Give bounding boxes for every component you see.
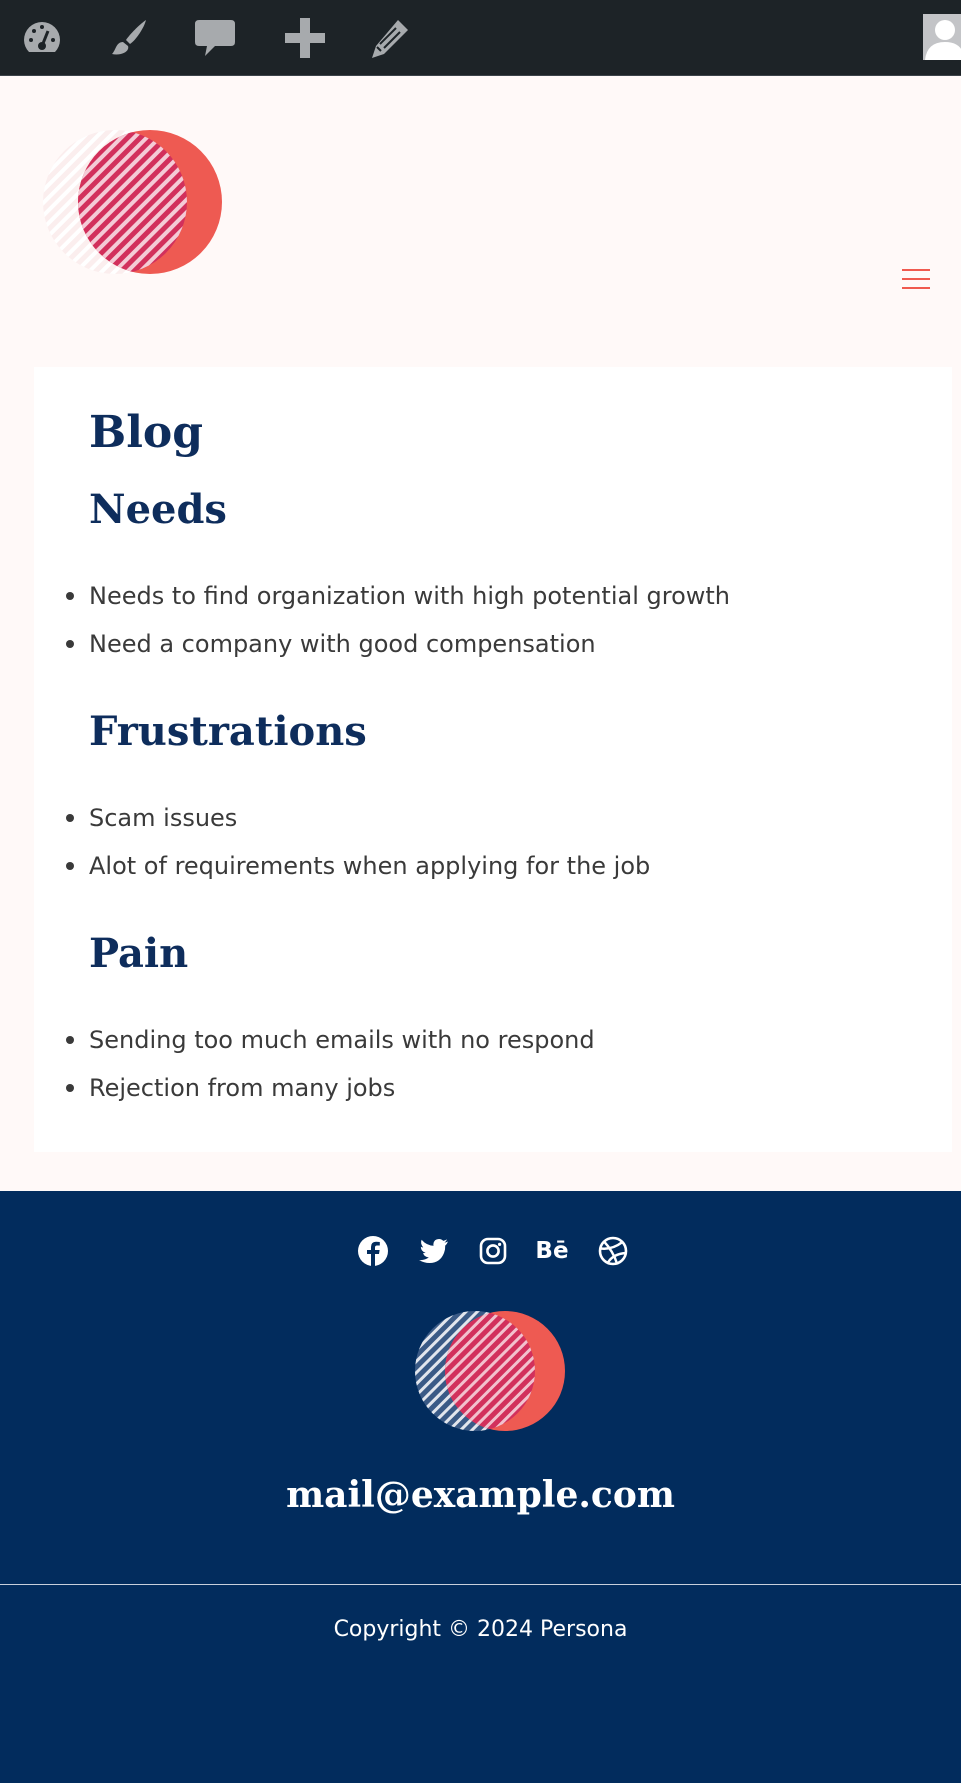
- dashboard-icon[interactable]: [20, 16, 64, 60]
- footer-logo[interactable]: [410, 1309, 570, 1434]
- edit-pencil-icon[interactable]: [368, 16, 412, 60]
- content-card: Blog Needs Needs to find organization wi…: [34, 367, 952, 1152]
- pain-list: Sending too much emails with no respond …: [66, 1016, 595, 1112]
- list-item: Scam issues: [65, 794, 650, 842]
- facebook-icon[interactable]: [355, 1233, 391, 1269]
- frustrations-list: Scam issues Alot of requirements when ap…: [65, 794, 650, 890]
- footer-divider: [0, 1584, 961, 1585]
- customize-brush-icon[interactable]: [106, 16, 150, 60]
- section-heading-frustrations: Frustrations: [89, 708, 367, 755]
- list-item: Alot of requirements when applying for t…: [65, 842, 650, 890]
- footer-email-link[interactable]: mail@example.com: [0, 1471, 961, 1519]
- section-heading-pain: Pain: [89, 930, 189, 977]
- instagram-icon[interactable]: [475, 1233, 511, 1269]
- list-item: Needs to find organization with high pot…: [65, 572, 730, 620]
- dribbble-icon[interactable]: [595, 1233, 631, 1269]
- new-content-plus-icon[interactable]: [283, 16, 327, 60]
- copyright-text: Copyright © 2024 Persona: [333, 1617, 628, 1642]
- list-item: Rejection from many jobs: [66, 1064, 595, 1112]
- section-heading-needs: Needs: [89, 486, 227, 533]
- site-logo[interactable]: [40, 127, 230, 277]
- admin-bar: [0, 0, 961, 76]
- behance-icon[interactable]: Bē: [532, 1233, 572, 1269]
- needs-list: Needs to find organization with high pot…: [65, 572, 730, 668]
- hamburger-menu-icon[interactable]: [896, 265, 936, 295]
- list-item: Sending too much emails with no respond: [66, 1016, 595, 1064]
- twitter-icon[interactable]: [415, 1233, 451, 1269]
- list-item: Need a company with good compensation: [65, 620, 730, 668]
- comments-icon[interactable]: [193, 16, 237, 60]
- user-avatar-icon[interactable]: [923, 14, 961, 60]
- site-footer: Bē mail@example.com Copyright © 2024 Per…: [0, 1191, 961, 1783]
- site-header: [0, 77, 961, 367]
- page-title: Blog: [89, 407, 204, 458]
- social-links: Bē: [0, 1233, 961, 1269]
